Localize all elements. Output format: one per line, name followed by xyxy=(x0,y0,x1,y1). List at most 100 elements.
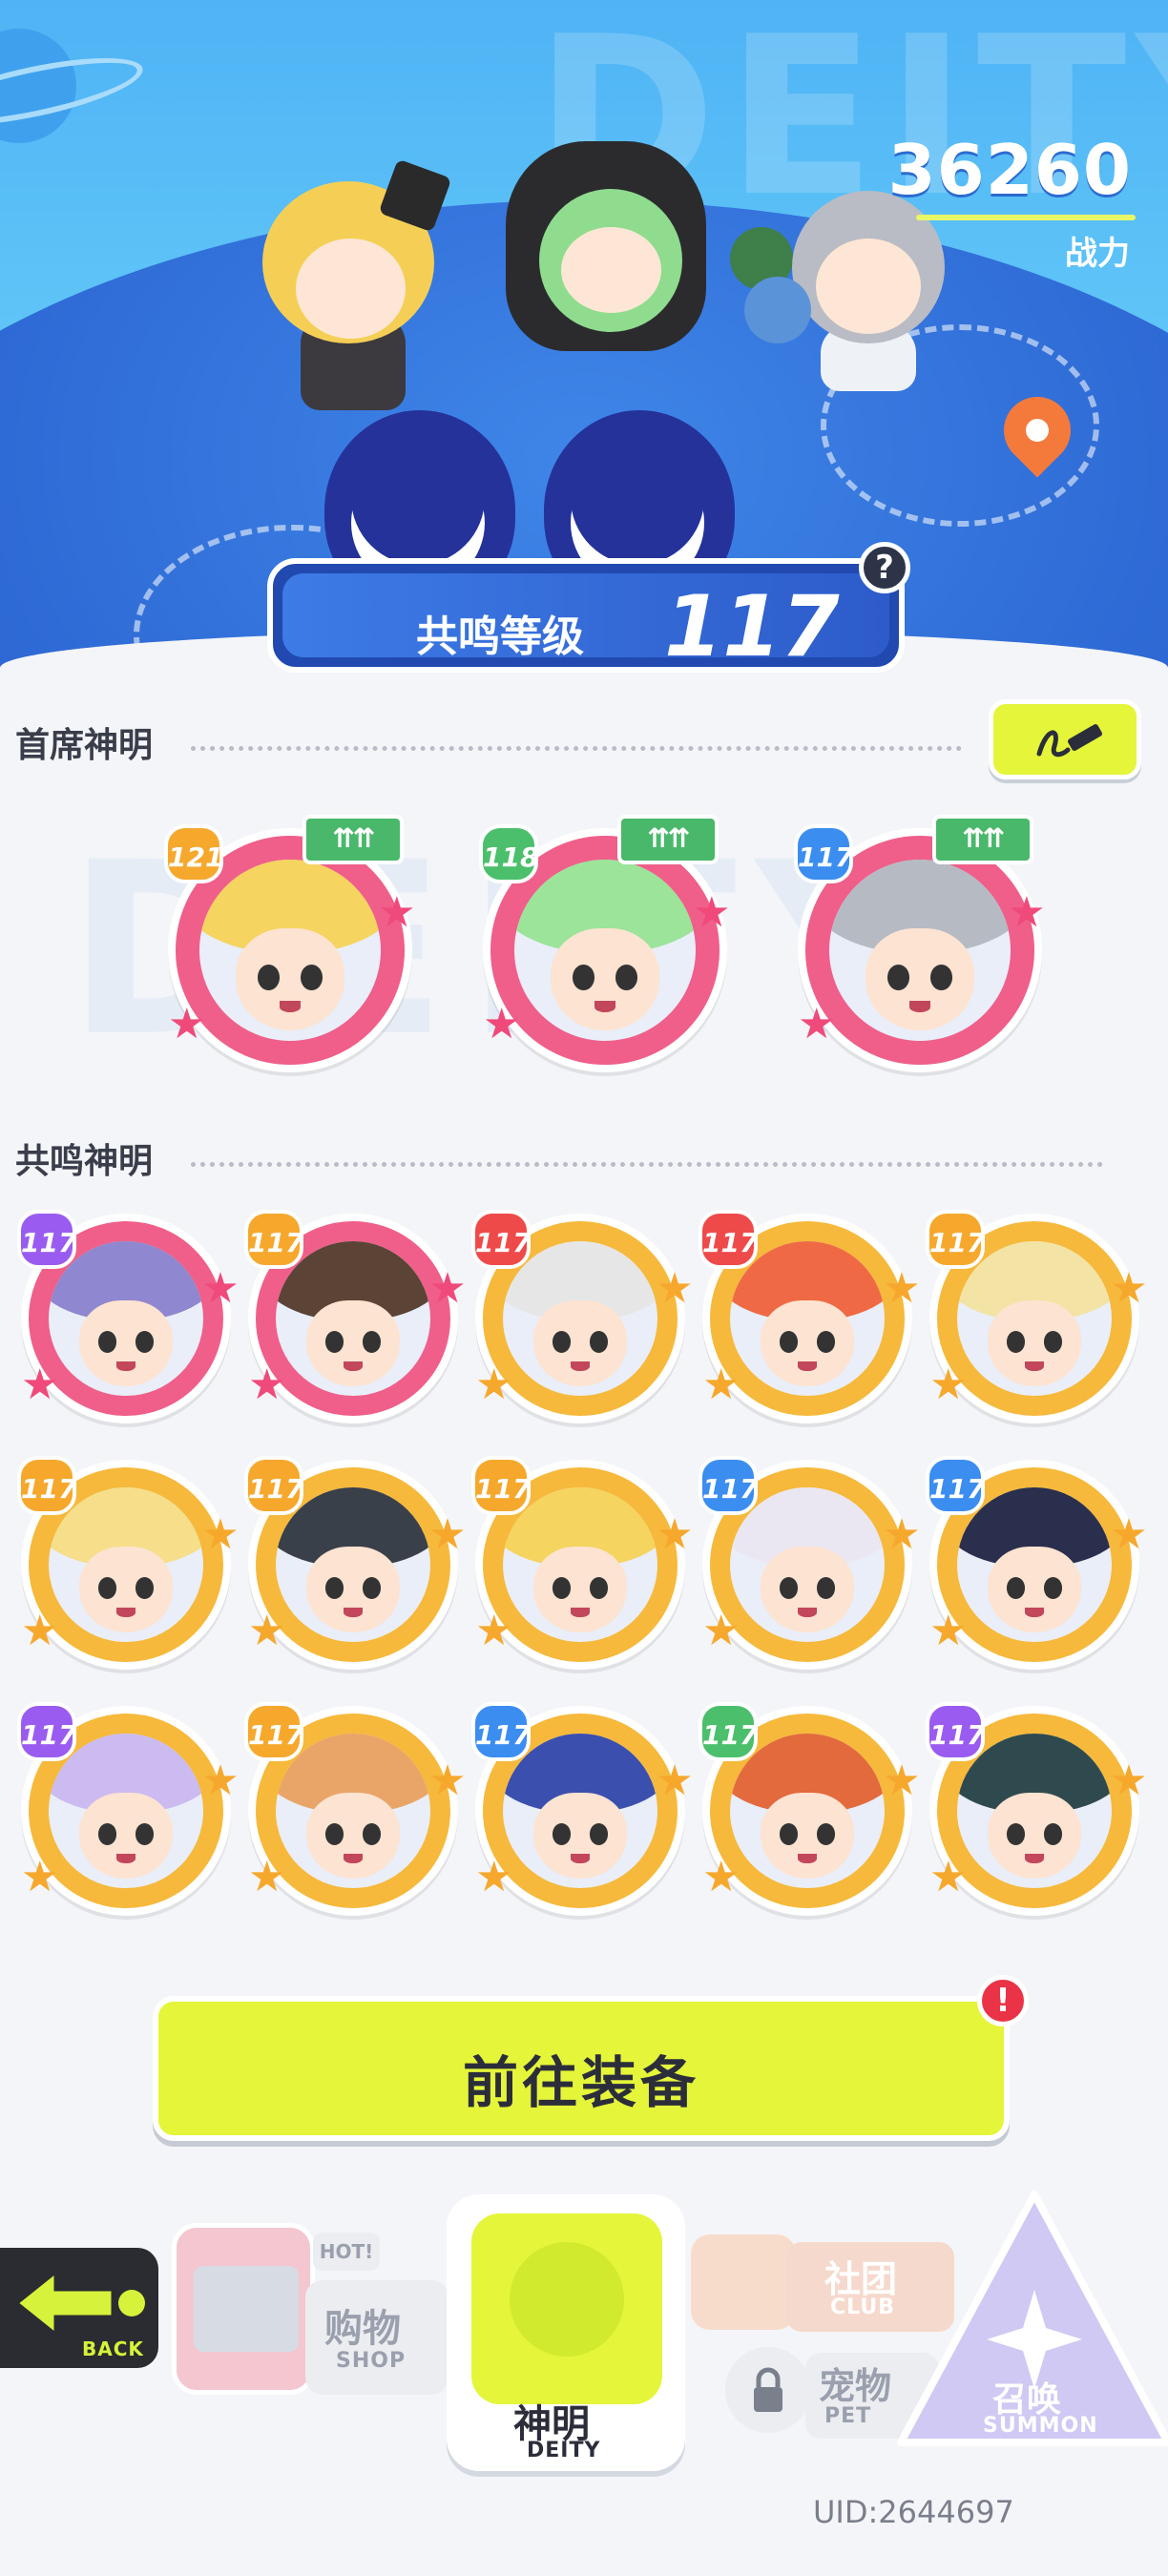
combat-power-label: 战力 xyxy=(1065,235,1130,273)
nav-deity[interactable]: 神明 DEITY xyxy=(447,2194,685,2471)
nav-shop[interactable]: 购物 SHOP HOT! xyxy=(172,2185,448,2404)
resonance-level-bar[interactable]: 共鸣等级 117 xyxy=(267,558,905,675)
star-icon: ★ xyxy=(248,1853,286,1902)
shop-label-en: SHOP xyxy=(336,2349,407,2373)
star-icon: ★ xyxy=(1110,1510,1148,1560)
star-icon: ★ xyxy=(702,1853,740,1902)
deity-portrait[interactable]: ★ ★ 117 xyxy=(699,1210,921,1423)
back-button[interactable]: BACK xyxy=(0,2248,158,2368)
level-badge: 117 xyxy=(926,1456,985,1515)
star-icon: ★ xyxy=(475,1607,513,1656)
deity-portrait[interactable]: ★ ★ 117 xyxy=(17,1702,240,1916)
pencil-icon xyxy=(1033,717,1110,763)
combat-power-value: 36260 xyxy=(887,130,1132,210)
star-icon: ★ xyxy=(378,887,416,937)
deity-portrait[interactable]: ★ ★ 117 xyxy=(244,1456,467,1670)
star-icon: ★ xyxy=(248,1607,286,1656)
level-badge: 117 xyxy=(471,1702,531,1761)
level-badge: 118 xyxy=(479,824,538,883)
deity-portrait[interactable]: ★ ★ 117 xyxy=(926,1456,1148,1670)
level-badge: 117 xyxy=(244,1210,303,1269)
star-icon: ★ xyxy=(168,1000,206,1049)
ringed-planet-decoration xyxy=(0,29,76,143)
star-icon: ★ xyxy=(798,1000,836,1049)
deity-portrait[interactable]: ★ ★ 117 ⇈⇈ xyxy=(794,815,1046,1072)
star-icon: ★ xyxy=(702,1361,740,1410)
star-icon: ★ xyxy=(428,1510,467,1560)
star-icon: ★ xyxy=(1110,1756,1148,1806)
level-badge: 117 xyxy=(699,1456,758,1515)
club-label-cn: 社团 xyxy=(824,2258,898,2300)
combat-power-underline xyxy=(916,215,1136,220)
star-icon: ★ xyxy=(428,1264,467,1314)
deity-portrait[interactable]: ★ ★ 117 xyxy=(699,1456,921,1670)
deity-portrait[interactable]: ★ ★ 121 ⇈⇈ xyxy=(164,815,416,1072)
star-icon: ★ xyxy=(483,1000,521,1049)
level-badge: 121 xyxy=(164,824,223,883)
character-face-icon xyxy=(199,860,381,1041)
pet-label-en: PET xyxy=(824,2404,872,2428)
upgrade-arrow-icon: ⇈⇈ xyxy=(302,815,404,864)
user-id: UID:2644697 xyxy=(813,2494,1014,2530)
star-icon: ★ xyxy=(21,1361,59,1410)
divider xyxy=(191,1162,1103,1167)
arrow-left-icon xyxy=(10,2265,153,2345)
character-face-icon xyxy=(829,860,1011,1041)
level-badge: 117 xyxy=(699,1210,758,1269)
star-icon: ★ xyxy=(201,1264,240,1314)
vending-machine-icon xyxy=(172,2223,315,2395)
level-badge: 117 xyxy=(471,1456,531,1515)
star-icon: ★ xyxy=(883,1510,921,1560)
resonance-level-value: 117 xyxy=(664,577,840,675)
star-icon: ★ xyxy=(1008,887,1046,937)
question-icon[interactable]: ? xyxy=(859,542,910,593)
deity-portrait[interactable]: ★ ★ 117 xyxy=(244,1702,467,1916)
deity-portrait[interactable]: ★ ★ 117 xyxy=(471,1210,694,1423)
star-icon: ★ xyxy=(929,1853,968,1902)
deity-portrait[interactable]: ★ ★ 117 xyxy=(926,1210,1148,1423)
star-icon: ★ xyxy=(1110,1264,1148,1314)
deity-portrait[interactable]: ★ ★ 117 xyxy=(699,1702,921,1916)
go-equip-label: 前往装备 xyxy=(462,2050,699,2115)
star-icon: ★ xyxy=(702,1607,740,1656)
level-badge: 117 xyxy=(471,1210,531,1269)
level-badge: 117 xyxy=(17,1456,76,1515)
star-icon: ★ xyxy=(475,1853,513,1902)
star-icon: ★ xyxy=(201,1510,240,1560)
alert-icon: ! xyxy=(977,1975,1029,2026)
star-icon: ★ xyxy=(656,1756,694,1806)
deity-portrait[interactable]: ★ ★ 118 ⇈⇈ xyxy=(479,815,731,1072)
hot-tag: HOT! xyxy=(313,2233,380,2271)
deity-portrait[interactable]: ★ ★ 117 xyxy=(926,1702,1148,1916)
level-badge: 117 xyxy=(926,1702,985,1761)
deity-portrait[interactable]: ★ ★ 117 xyxy=(471,1456,694,1670)
level-badge: 117 xyxy=(17,1702,76,1761)
deity-character-icon xyxy=(471,2213,662,2404)
divider xyxy=(191,746,962,751)
summon-label-en: SUMMON xyxy=(983,2414,1098,2438)
level-badge: 117 xyxy=(244,1456,303,1515)
deity-portrait[interactable]: ★ ★ 117 xyxy=(471,1702,694,1916)
pet-label-cn: 宠物 xyxy=(819,2365,892,2407)
shop-label-cn: 购物 xyxy=(324,2307,401,2351)
star-icon: ★ xyxy=(248,1361,286,1410)
resonance-level-label: 共鸣等级 xyxy=(416,613,584,661)
star-icon: ★ xyxy=(929,1361,968,1410)
deity-portrait[interactable]: ★ ★ 117 xyxy=(17,1210,240,1423)
edit-button[interactable] xyxy=(989,699,1141,779)
character-face-icon xyxy=(514,860,696,1041)
deity-portrait[interactable]: ★ ★ 117 xyxy=(17,1456,240,1670)
go-equip-button[interactable]: 前往装备 xyxy=(153,1996,1010,2141)
star-icon: ★ xyxy=(883,1264,921,1314)
level-badge: 117 xyxy=(699,1702,758,1761)
chibi-character-3 xyxy=(744,181,964,391)
lock-icon xyxy=(725,2347,811,2433)
star-icon: ★ xyxy=(21,1853,59,1902)
star-icon: ★ xyxy=(693,887,731,937)
star-icon: ★ xyxy=(475,1361,513,1410)
resonance-deities-title: 共鸣神明 xyxy=(15,1142,154,1181)
back-label: BACK xyxy=(82,2337,144,2360)
deity-portrait[interactable]: ★ ★ 117 xyxy=(244,1210,467,1423)
nav-summon[interactable]: 召唤 SUMMON xyxy=(891,2185,1168,2471)
star-icon: ★ xyxy=(21,1607,59,1656)
